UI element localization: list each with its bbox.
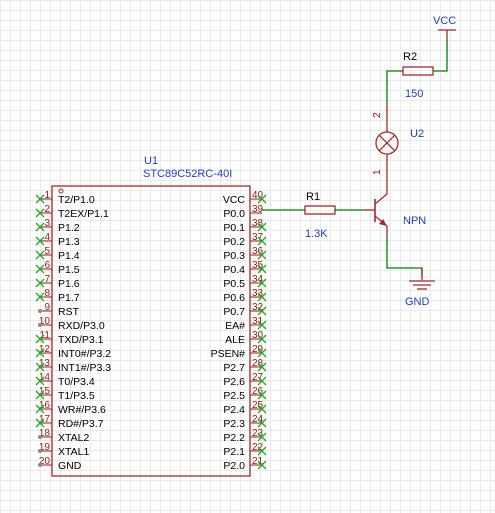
pin-name: P0.4 [223, 264, 245, 276]
mcu-pin-3[interactable]: 3 P1.2 [35, 218, 80, 234]
pin-name: XTAL1 [58, 446, 89, 458]
pin-number: 39 [252, 204, 264, 215]
pin-name: ALE [225, 334, 245, 346]
pin-name: P2.6 [223, 376, 245, 388]
pin-endpoint-dot [38, 435, 42, 439]
pin-number: 3 [44, 218, 50, 229]
mcu-left-pins: 1 T2/P1.0 2 T2EX/P1.1 3 P1.2 4 P1.3 5 P1.4 6 P1.5 7 P… [35, 190, 111, 472]
ground-symbol[interactable] [409, 268, 435, 290]
schematic-canvas: U1 STC89C52RC-40I 1 T2/P1.0 2 T2EX/P1.1 3 P1.… [35, 15, 456, 477]
pin-name: P2.0 [223, 460, 245, 472]
pin-number: 7 [44, 274, 50, 285]
mcu-pin-8[interactable]: 8 P1.7 [35, 288, 80, 304]
pin-name: P1.2 [58, 222, 80, 234]
pin-name: INT0#/P3.2 [58, 348, 111, 360]
pin-name: P2.1 [223, 446, 245, 458]
pin-number: 6 [44, 260, 50, 271]
mcu-pin-4[interactable]: 4 P1.3 [35, 232, 80, 248]
pin-name: P0.2 [223, 236, 245, 248]
pin-name: P0.6 [223, 292, 245, 304]
r1-value: 1.3K [305, 228, 328, 240]
vcc-label: VCC [433, 15, 456, 27]
pin-name: P1.4 [58, 250, 80, 262]
pin-name: P0.5 [223, 278, 245, 290]
pin-name: RXD/P3.0 [58, 320, 105, 332]
mcu-part-number: STC89C52RC-40I [143, 168, 232, 180]
pin-name: P2.2 [223, 432, 245, 444]
mcu-pin-5[interactable]: 5 P1.4 [35, 246, 80, 262]
vcc-symbol[interactable] [438, 29, 456, 38]
pin-number: 4 [44, 232, 50, 243]
pin-name: P2.5 [223, 390, 245, 402]
pin-name: EA# [225, 320, 245, 332]
pin-name: P1.6 [58, 278, 80, 290]
mcu-right-pins: 40VCC39P0.038P0.137P0.236P0.335P0.434P0.… [211, 190, 267, 472]
pin-name: XTAL2 [58, 432, 89, 444]
mcu-pin-6[interactable]: 6 P1.5 [35, 260, 80, 276]
npn-label: NPN [403, 215, 426, 227]
pin-number: 1 [44, 190, 50, 201]
pin-endpoint-dot [38, 463, 42, 467]
pin-name: T0/P3.4 [58, 376, 95, 388]
gnd-label: GND [405, 296, 430, 308]
mcu-pin-7[interactable]: 7 P1.6 [35, 274, 80, 290]
pin-name: P2.4 [223, 404, 245, 416]
resistor-r1[interactable] [304, 205, 336, 215]
pin-endpoint-dot [38, 323, 42, 327]
pin-name: T2EX/P1.1 [58, 208, 109, 220]
pin-name: P1.5 [58, 264, 80, 276]
wire-emitter-gnd[interactable] [386, 238, 423, 276]
pin1-marker [58, 188, 64, 194]
pin-name: P0.7 [223, 306, 245, 318]
lamp-pin-2: 2 [372, 112, 383, 118]
pin-name: RST [58, 306, 80, 318]
mcu-pin-21[interactable]: 21P2.0 [223, 456, 267, 472]
mcu-refdes: U1 [144, 155, 158, 167]
pin-name: GND [58, 460, 82, 472]
pin-number: 9 [44, 302, 50, 313]
pin-name: P0.3 [223, 250, 245, 262]
pin-number: 8 [44, 288, 50, 299]
pin-name: RD#/P3.7 [58, 418, 104, 430]
collector-lead [374, 193, 388, 205]
pin-name: P2.3 [223, 418, 245, 430]
r2-value: 150 [405, 88, 423, 100]
pin-name: P1.3 [58, 236, 80, 248]
pin-name: PSEN# [211, 348, 246, 360]
r1-refdes: R1 [306, 191, 320, 203]
lamp-pin-1: 1 [372, 169, 383, 175]
pin-name: P2.7 [223, 362, 245, 374]
r2-refdes: R2 [403, 51, 417, 63]
wire-lamp-r2[interactable] [386, 70, 403, 105]
pin-name: WR#/P3.6 [58, 404, 106, 416]
pin-name: INT1#/P3.3 [58, 362, 111, 374]
pin-number: 2 [44, 204, 50, 215]
resistor-r2[interactable] [402, 66, 434, 76]
pin-name: P0.1 [223, 222, 245, 234]
pin-name: T1/P3.5 [58, 390, 95, 402]
pin-name: T2/P1.0 [58, 194, 95, 206]
pin-name: VCC [223, 194, 246, 206]
pin-name: P1.7 [58, 292, 80, 304]
wire-r2-vcc[interactable] [433, 38, 448, 72]
pin-number: 5 [44, 246, 50, 257]
pin-name: P0.0 [223, 208, 245, 220]
npn-transistor[interactable] [365, 184, 388, 238]
pin-endpoint-dot [38, 449, 42, 453]
u2-refdes: U2 [410, 128, 424, 140]
pin-endpoint-dot [38, 309, 42, 313]
mcu-pin-20[interactable]: 20 GND [38, 456, 82, 472]
pin-name: TXD/P3.1 [58, 334, 104, 346]
